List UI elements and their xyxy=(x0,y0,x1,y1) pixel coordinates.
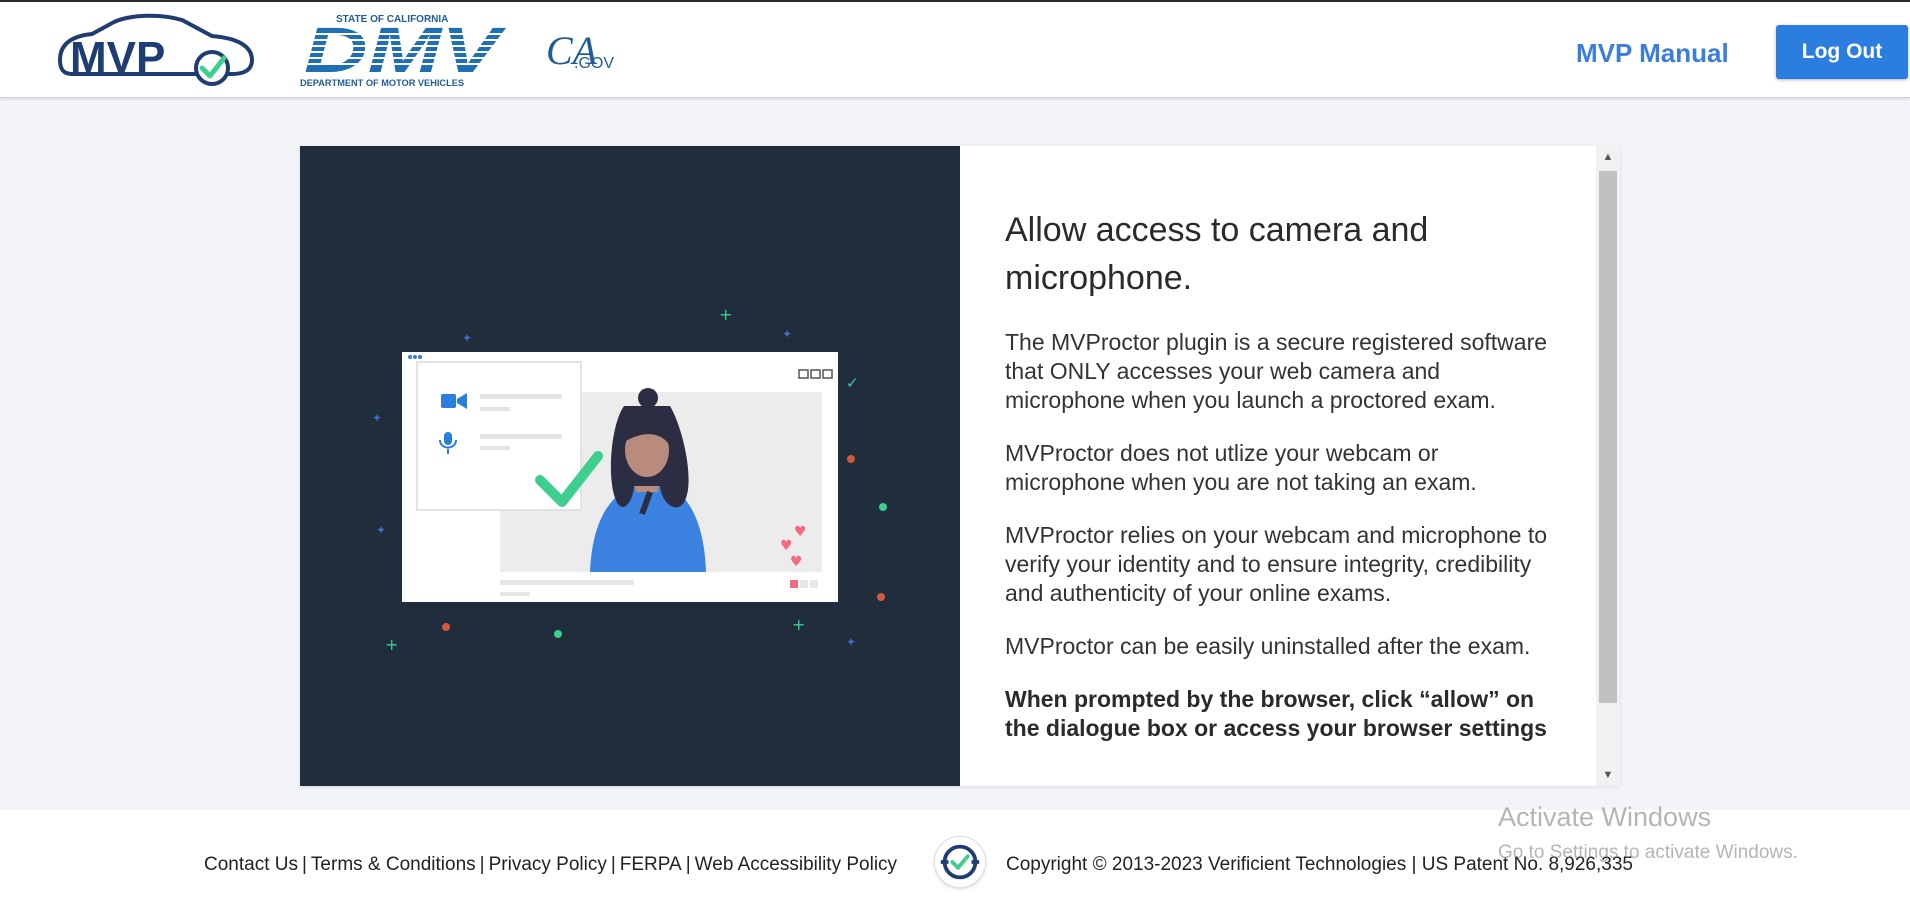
content-scrollbar[interactable]: ▲ ▼ xyxy=(1596,146,1620,786)
info-paragraph: MVProctor can be easily uninstalled afte… xyxy=(1005,633,1531,659)
permission-card: + + + ✓ ✦ ✦ ✦ ✦ ✦ ♥ ♥ ♥ Allow access to … xyxy=(300,146,1620,786)
info-paragraph: The MVProctor plugin is a secure registe… xyxy=(1005,329,1548,413)
svg-text:+: + xyxy=(385,635,398,654)
svg-text:+: + xyxy=(719,305,732,324)
header: MVP STATE OF CALIFORNIA DMV DEPARTMENT O… xyxy=(0,0,1910,98)
content-panel: Allow access to camera and microphone. T… xyxy=(960,146,1620,786)
cagov-logo[interactable]: CA .GOV xyxy=(546,26,616,78)
activate-windows-watermark: Activate Windows xyxy=(1498,802,1712,832)
info-paragraph: MVProctor does not utlize your webcam or… xyxy=(1005,440,1477,495)
content-text: Allow access to camera and microphone. T… xyxy=(1005,206,1560,767)
web-accessibility-link[interactable]: Web Accessibility Policy xyxy=(695,854,897,875)
contact-us-link[interactable]: Contact Us xyxy=(204,854,298,875)
heart-icon: ♥ xyxy=(780,538,793,554)
scroll-up-arrow-icon[interactable]: ▲ xyxy=(1596,146,1620,168)
svg-text:✓: ✓ xyxy=(846,374,859,392)
verificient-logo-icon xyxy=(934,836,986,888)
camera-icon xyxy=(441,393,467,409)
heart-icon: ♥ xyxy=(794,524,807,540)
allow-instruction: When prompted by the browser, click “all… xyxy=(1005,686,1547,741)
svg-text:✦: ✦ xyxy=(462,331,472,345)
mvp-manual-link[interactable]: MVP Manual xyxy=(1576,38,1729,69)
footer-separator: | xyxy=(479,854,485,875)
mvp-logo[interactable]: MVP xyxy=(52,12,260,92)
svg-text:✦: ✦ xyxy=(376,523,386,537)
svg-text:+: + xyxy=(792,615,805,634)
scroll-down-arrow-icon[interactable]: ▼ xyxy=(1596,764,1620,786)
info-paragraph: MVProctor relies on your webcam and micr… xyxy=(1005,522,1548,606)
svg-text:✦: ✦ xyxy=(372,411,382,425)
footer-links: Contact Us | Terms & Conditions | Privacy Po… xyxy=(204,854,897,876)
scroll-thumb[interactable] xyxy=(1599,171,1617,703)
footer-separator: | xyxy=(610,854,616,875)
mvp-logo-text: MVP xyxy=(70,33,165,82)
activate-windows-subtext: Go to Settings to activate Windows. xyxy=(1498,842,1798,863)
terms-link[interactable]: Terms & Conditions xyxy=(311,854,476,875)
footer-separator: | xyxy=(685,854,691,875)
privacy-policy-link[interactable]: Privacy Policy xyxy=(489,854,607,875)
svg-text:✦: ✦ xyxy=(846,635,856,649)
logout-button[interactable]: Log Out xyxy=(1776,25,1908,79)
dmv-logo-main: DMV xyxy=(304,14,506,86)
dmv-logo-bottom: DEPARTMENT OF MOTOR VEHICLES xyxy=(300,78,464,88)
dmv-logo[interactable]: STATE OF CALIFORNIA DMV DEPARTMENT OF MO… xyxy=(300,12,506,92)
cagov-gov-text: .GOV xyxy=(574,55,614,72)
camera-access-illustration: + + + ✓ ✦ ✦ ✦ ✦ ✦ ♥ ♥ ♥ xyxy=(372,305,887,654)
svg-text:✦: ✦ xyxy=(782,327,792,341)
heart-icon: ♥ xyxy=(790,554,803,570)
footer-separator: | xyxy=(301,854,307,875)
illustration-panel: + + + ✓ ✦ ✦ ✦ ✦ ✦ ♥ ♥ ♥ xyxy=(300,146,960,786)
page-title: Allow access to camera and microphone. xyxy=(1005,211,1429,297)
ferpa-link[interactable]: FERPA xyxy=(620,854,682,875)
